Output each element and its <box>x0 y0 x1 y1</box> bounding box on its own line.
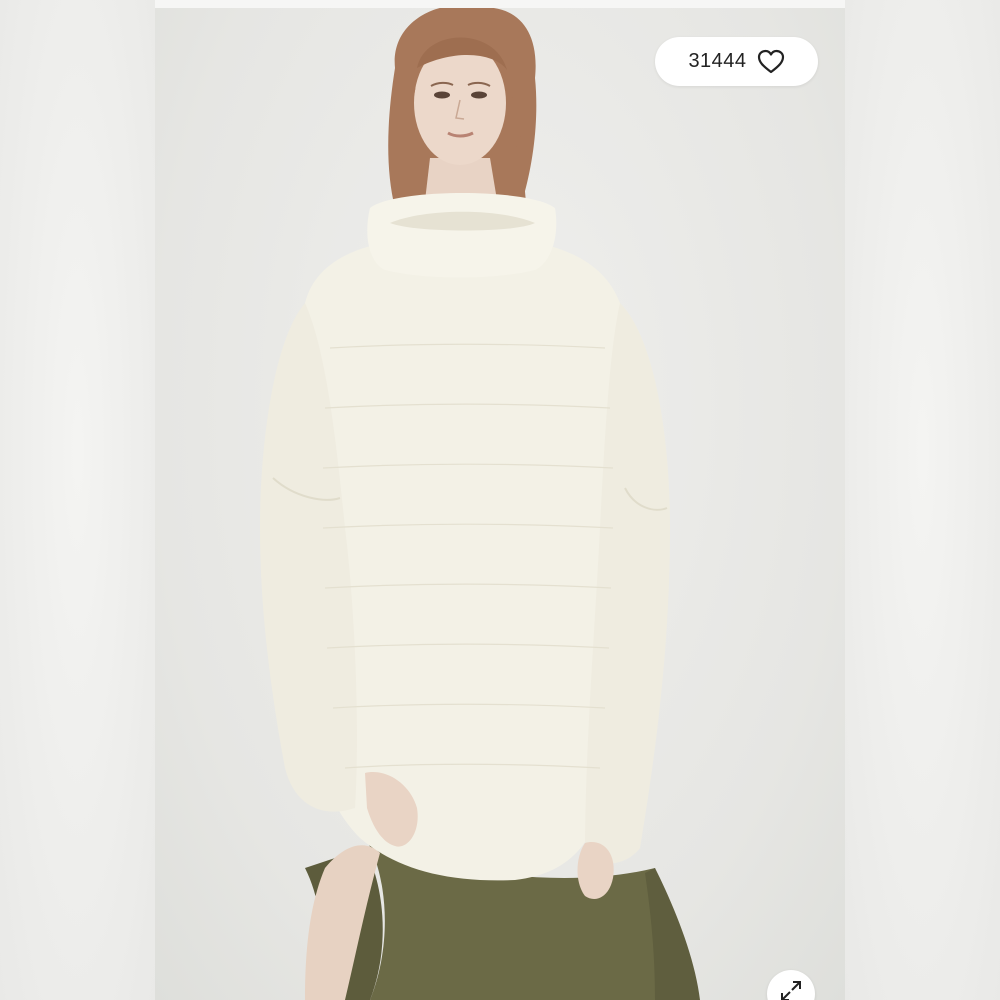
expand-diagonal-arrows-icon <box>781 981 801 1000</box>
heart-outline-icon <box>757 49 785 75</box>
product-photo-illustration <box>260 8 700 1000</box>
product-photo[interactable] <box>155 8 845 1000</box>
like-button[interactable]: 31444 <box>655 37 818 86</box>
like-count: 31444 <box>688 50 747 72</box>
listing-page: 31444 <box>0 0 1000 1000</box>
blurred-background-right <box>845 0 1000 1000</box>
blurred-background-left <box>0 0 155 1000</box>
